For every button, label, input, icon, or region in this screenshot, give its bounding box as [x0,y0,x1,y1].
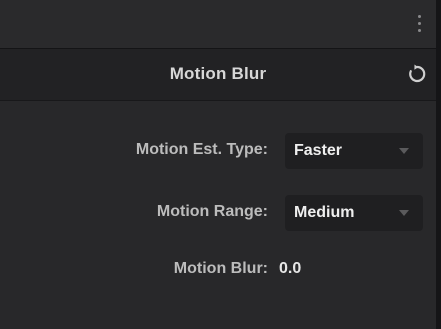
motion-est-type-label: Motion Est. Type: [135,141,268,158]
motion-blur-value[interactable]: 0.0 [279,260,301,278]
motion-blur-label: Motion Blur: [173,260,268,277]
panel-edge [436,0,441,329]
motion-est-type-value: Faster [294,142,343,159]
chevron-down-icon [399,148,409,154]
motion-range-label: Motion Range: [156,203,268,220]
chevron-down-icon [399,210,409,216]
motion-est-type-dropdown[interactable]: Faster [285,133,423,169]
motion-blur-settings: Motion Est. Type: Faster Motion Range: M… [0,101,436,329]
panel-toolbar [0,0,436,49]
motion-range-value: Medium [294,204,355,221]
section-title: Motion Blur [169,64,267,83]
section-header[interactable]: Motion Blur [0,49,436,101]
motion-range-dropdown[interactable]: Medium [285,195,423,231]
inspector-panel: Motion Blur Motion Est. Type: Faster Mot… [0,0,441,329]
reset-icon[interactable] [405,62,429,86]
kebab-menu-icon[interactable] [418,15,422,35]
